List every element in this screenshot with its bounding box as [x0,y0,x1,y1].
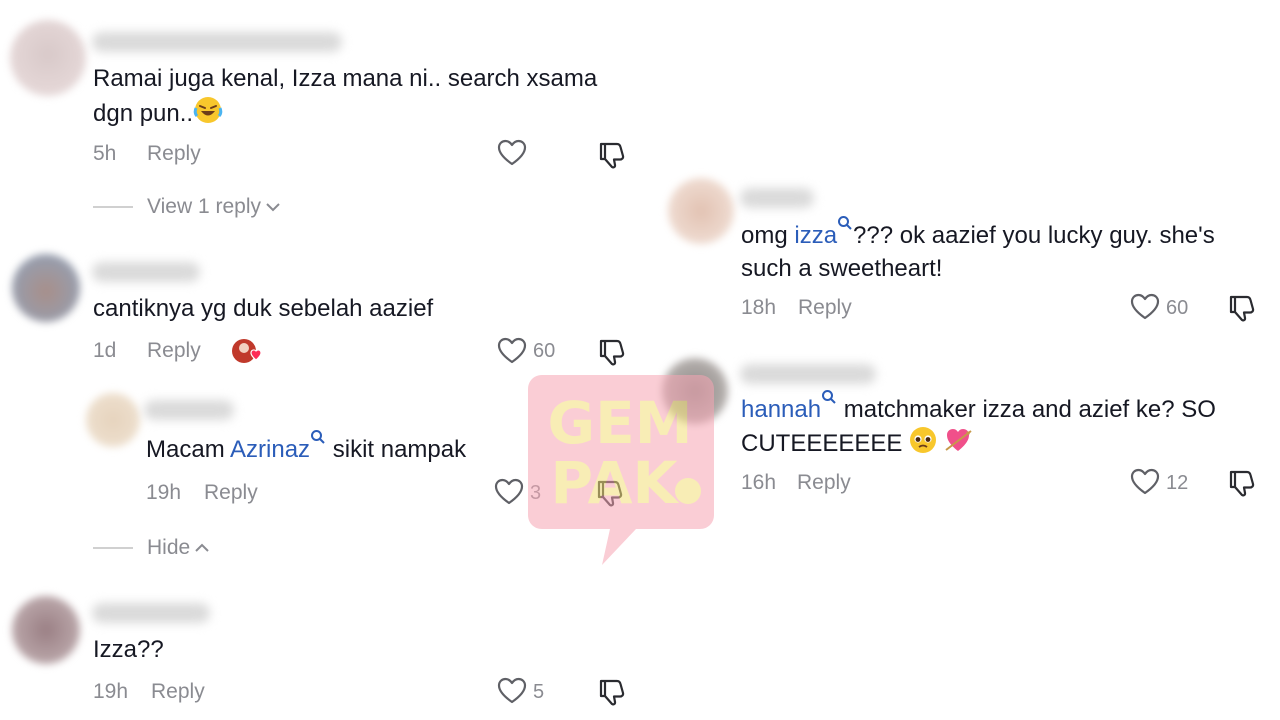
comment-time: 16h [741,471,777,494]
avatar[interactable] [12,254,80,322]
like-count: 5 [533,681,545,703]
dislike-icon[interactable] [1227,468,1257,503]
username[interactable] [740,188,814,208]
dislike-icon[interactable] [595,478,625,513]
pleading-face-emoji-icon [909,426,937,463]
chevron-down-icon [266,203,280,212]
like-count: 12 [1166,472,1189,494]
like-count: 3 [530,482,542,504]
reply-button[interactable]: Reply [798,296,852,320]
like-count: 60 [1166,297,1189,319]
mention-link[interactable]: Azrinaz [230,436,310,463]
dislike-icon[interactable] [597,337,627,372]
magnifier-icon [311,430,325,444]
chevron-up-icon [195,543,209,552]
dislike-icon[interactable] [597,140,627,175]
comment-text: omg izza??? ok aazief you lucky guy. she… [741,216,1215,285]
reply-button[interactable]: Reply [147,142,201,166]
view-replies-button[interactable]: View 1 reply [93,195,281,219]
dislike-icon[interactable] [597,677,627,712]
hide-replies-button[interactable]: Hide [93,536,210,560]
magnifier-icon [822,390,836,404]
mention-link[interactable]: hannah [741,396,821,423]
mention-link[interactable]: izza [794,222,837,249]
username[interactable] [92,32,342,52]
comment-time: 18h [741,296,777,319]
reply-button[interactable]: Reply [204,481,258,505]
heart-icon[interactable] [497,337,527,370]
reply-button[interactable]: Reply [797,471,851,495]
thread-line [93,547,133,549]
reply-button[interactable]: Reply [147,339,201,363]
avatar[interactable] [668,178,734,244]
username[interactable] [92,603,210,623]
heart-icon[interactable] [1130,293,1160,326]
comment-text: Izza?? [93,636,164,663]
comment-time: 5h [93,142,117,165]
magnifier-icon [838,216,852,230]
laughing-emoji-icon [193,95,223,134]
heart-arrow-emoji-icon [944,426,974,463]
heart-icon[interactable] [494,478,524,511]
heart-icon[interactable] [497,677,527,710]
avatar[interactable] [12,596,80,664]
heart-icon[interactable] [1130,468,1160,501]
username[interactable] [92,262,200,282]
thread-line [93,206,133,208]
comment-time: 19h [146,481,182,504]
reply-button[interactable]: Reply [151,680,205,704]
avatar[interactable] [662,358,728,424]
comment-text: Macam Azrinaz sikit nampak [146,430,466,466]
comment-time: 1d [93,339,117,362]
creator-liked-avatar [231,337,263,370]
heart-icon[interactable] [497,139,527,172]
like-count: 60 [533,340,556,362]
username[interactable] [144,400,234,420]
avatar[interactable] [86,393,140,447]
comment-text: hannah matchmaker izza and azief ke? SO … [741,390,1216,463]
username[interactable] [740,364,876,384]
comment-text: Ramai juga kenal, Izza mana ni.. search … [93,62,597,134]
comment-text: cantiknya yg duk sebelah aazief [93,295,434,322]
comment-time: 19h [93,680,129,703]
avatar[interactable] [10,20,86,96]
dislike-icon[interactable] [1227,293,1257,328]
